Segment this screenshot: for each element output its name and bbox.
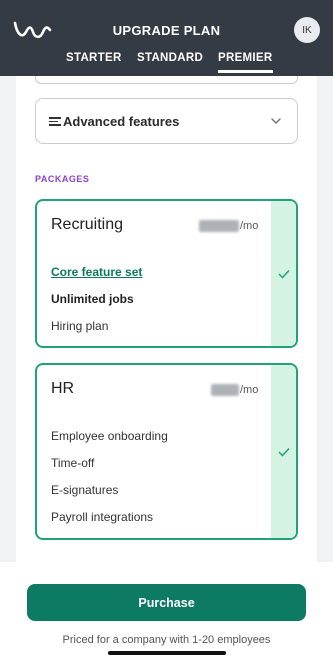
package-card-hr[interactable]: HR /mo Employee onboarding Time-off E-si… [35,363,298,540]
previous-section-box [35,76,298,84]
page-title: UPGRADE PLAN [112,23,221,38]
tab-standard[interactable]: STANDARD [137,52,203,70]
home-indicator [108,651,226,655]
package-price: /mo [211,384,258,396]
check-icon [278,269,290,279]
avatar[interactable]: IK [294,17,320,43]
app-header: UPGRADE PLAN IK STARTER STANDARD PREMIER [0,0,333,76]
purchase-button[interactable]: Purchase [27,584,306,621]
feature-item: Employee onboarding [51,429,168,443]
tab-premier[interactable]: PREMIER [218,52,273,73]
feature-item: Unlimited jobs [51,292,134,306]
price-suffix: /mo [240,220,259,232]
check-icon [278,447,290,457]
package-price: /mo [199,220,258,232]
tab-starter[interactable]: STARTER [66,52,122,70]
feature-item: Time-off [51,456,95,470]
blurred-price [211,384,239,396]
package-name: Recruiting [51,216,124,233]
chevron-down-icon [271,118,281,125]
feature-item: Hiring plan [51,319,109,333]
feature-item: Payroll integrations [51,510,154,524]
package-card-recruiting[interactable]: Recruiting /mo Core feature set Unlimite… [35,199,298,348]
pricing-note: Priced for a company with 1-20 employees [62,634,271,646]
feature-item: E-signatures [51,483,119,497]
price-suffix: /mo [240,384,259,396]
blurred-price [199,220,239,232]
plan-tabs: STARTER STANDARD PREMIER [0,52,333,76]
advanced-features-label: Advanced features [63,113,180,129]
package-name: HR [51,380,75,397]
core-feature-set-link[interactable]: Core feature set [51,265,142,279]
advanced-features-toggle[interactable]: Advanced features [35,98,298,144]
list-icon [49,116,61,126]
purchase-footer: Purchase Priced for a company with 1-20 … [0,562,333,662]
plan-content: Advanced features PACKAGES Recruiting /m… [16,76,317,562]
packages-heading: PACKAGES [35,174,90,184]
